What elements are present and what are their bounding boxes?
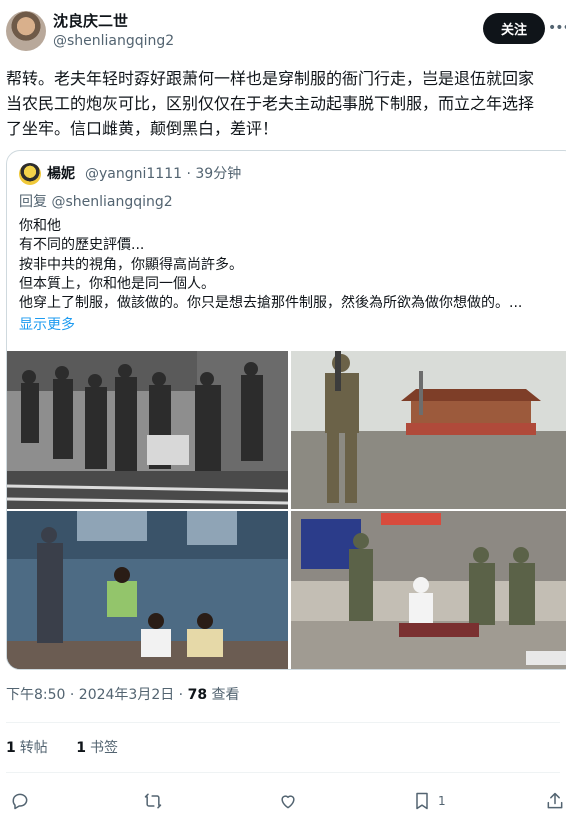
engagement-stats: 1 转帖 1 书签 <box>6 738 118 758</box>
show-more-link[interactable]: 显示更多 <box>19 316 75 334</box>
view-label: 查看 <box>207 687 240 703</box>
bookmark-count: 1 <box>76 740 86 756</box>
bookmark-label: 书签 <box>89 740 118 756</box>
bookmark-button[interactable]: 1 <box>412 790 446 812</box>
quote-text: 你和他 有不同的歷史評價... 按非中共的視角，你顯得高尚許多。 但本質上，你和… <box>19 217 559 313</box>
share-icon <box>547 792 563 809</box>
like-button[interactable] <box>278 790 298 812</box>
retweet-icon <box>144 793 162 809</box>
bookmark-stat[interactable]: 1 书签 <box>76 740 118 756</box>
tweet-timestamp[interactable]: 下午8:50 · 2024年3月2日 · <box>6 687 188 703</box>
reply-button[interactable] <box>10 790 30 812</box>
repost-label: 转帖 <box>19 740 48 756</box>
media-photo-2[interactable] <box>291 351 566 509</box>
quote-line: 但本質上，你和他是同一個人。 <box>19 275 215 292</box>
tweet-text: 帮转。老夫年轻时孬好跟萧何一样也是穿制服的衙门行走，岂是退伍就回家 当农民工的炮… <box>6 66 564 141</box>
divider <box>6 772 560 773</box>
tweet-line: 帮转。老夫年轻时孬好跟萧何一样也是穿制服的衙门行走，岂是退伍就回家 <box>6 69 535 88</box>
reply-icon <box>12 793 28 810</box>
tweet-line: 了坐牢。信口雌黄，颠倒黑白，差评！ <box>6 119 279 138</box>
author-handle[interactable]: @shenliangqing2 <box>53 32 174 50</box>
repost-stat[interactable]: 1 转帖 <box>6 740 48 756</box>
quote-author-handle: @yangni1111 <box>85 166 183 182</box>
quote-line: 有不同的歷史評價... <box>19 237 145 254</box>
quote-time: 39分钟 <box>195 166 242 182</box>
like-icon <box>281 795 295 809</box>
repost-count: 1 <box>6 740 16 756</box>
retweet-button[interactable] <box>143 790 163 812</box>
media-photo-4[interactable] <box>291 511 566 669</box>
more-options-icon[interactable]: ••• <box>548 16 566 40</box>
bookmark-action-count: 1 <box>438 794 446 808</box>
media-photo-1[interactable] <box>7 351 288 509</box>
tweet-header: 沈良庆二世 @shenliangqing2 关注 ••• <box>0 0 566 60</box>
view-count: 78 <box>187 687 208 703</box>
quote-avatar[interactable] <box>19 163 41 185</box>
photo-1-illustration <box>7 351 288 509</box>
quote-line: 他穿上了制服，做該做的。你只是想去搶那件制服，然後為所欲為做你想做的。... <box>19 295 523 312</box>
quote-reply-to: 回复 @shenliangqing2 <box>19 194 173 210</box>
quote-author-meta: @yangni1111 · 39分钟 <box>85 165 241 183</box>
quote-line: 你和他 <box>19 218 61 234</box>
bookmark-icon <box>416 792 428 810</box>
author-name[interactable]: 沈良庆二世 <box>53 12 128 30</box>
separator-dot: · <box>182 166 196 182</box>
tweet-meta: 下午8:50 · 2024年3月2日 · 78 查看 <box>6 686 240 704</box>
follow-button[interactable]: 关注 <box>483 13 545 44</box>
quote-line: 按非中共的視角，你顯得高尚許多。 <box>19 256 243 273</box>
author-avatar[interactable] <box>6 11 46 51</box>
quoted-tweet[interactable]: 楊妮 @yangni1111 · 39分钟 回复 @shenliangqing2… <box>6 150 566 670</box>
quote-author-name[interactable]: 楊妮 <box>47 165 75 183</box>
photo-4-illustration <box>291 511 566 669</box>
tweet-line: 当农民工的炮灰可比，区别仅仅在于老夫主动起事脱下制服，而立之年选择 <box>6 94 535 113</box>
divider <box>6 722 560 723</box>
photo-2-illustration <box>291 351 566 509</box>
photo-3-illustration <box>7 511 288 669</box>
action-bar: 1 <box>0 786 566 816</box>
share-button[interactable] <box>545 790 565 812</box>
media-photo-3[interactable] <box>7 511 288 669</box>
